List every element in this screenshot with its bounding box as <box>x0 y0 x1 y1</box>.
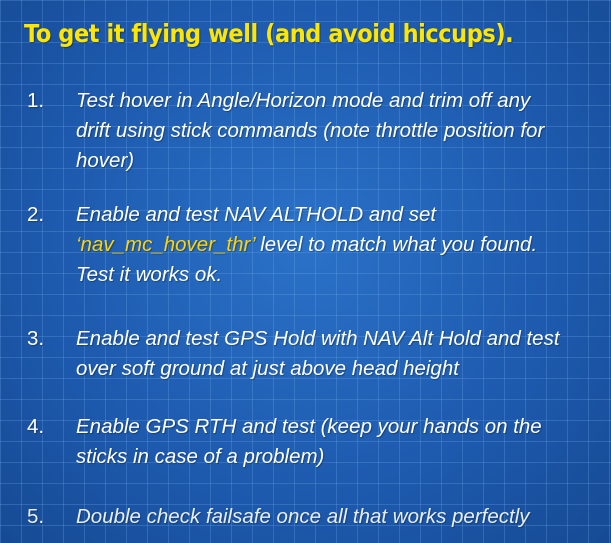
step-text-line: over soft ground at just above head heig… <box>76 357 459 380</box>
step-number: 1. <box>27 89 45 112</box>
step-number: 4. <box>27 415 45 438</box>
step-text-line: sticks in case of a problem) <box>76 445 325 468</box>
slide-title: To get it flying well (and avoid hiccups… <box>24 19 514 48</box>
step-number: 3. <box>27 327 45 350</box>
step-text-line: Enable and test NAV ALTHOLD and set <box>76 203 437 226</box>
step-text-line: Double check failsafe once all that work… <box>76 505 530 528</box>
step-text: Test hover in Angle/Horizon mode and tri… <box>76 86 611 176</box>
step-number: 5. <box>27 505 45 528</box>
step-text: Enable and test GPS Hold with NAV Alt Ho… <box>76 324 611 384</box>
step-text-line: hover) <box>76 149 135 172</box>
step-text-line: Enable and test GPS Hold with NAV Alt Ho… <box>76 327 560 350</box>
step-text: Double check failsafe once all that work… <box>76 502 611 532</box>
step-text-line: Test hover in Angle/Horizon mode and tri… <box>76 89 531 112</box>
step-text: Enable GPS RTH and test (keep your hands… <box>76 412 611 472</box>
step-text-line: Enable GPS RTH and test (keep your hands… <box>76 415 542 438</box>
step-text: Enable and test NAV ALTHOLD and set ‘nav… <box>76 200 611 290</box>
step-number: 2. <box>27 203 45 226</box>
parameter-name: ‘nav_mc_hover_thr’ <box>76 233 255 256</box>
step-text-fragment: level to match what you found. <box>254 233 538 256</box>
step-text-line: Test it works ok. <box>76 263 223 286</box>
slide: To get it flying well (and avoid hiccups… <box>0 0 611 543</box>
step-text-line: drift using stick commands (note throttl… <box>76 119 545 142</box>
step-text-line: ‘nav_mc_hover_thr’ level to match what y… <box>76 230 611 260</box>
